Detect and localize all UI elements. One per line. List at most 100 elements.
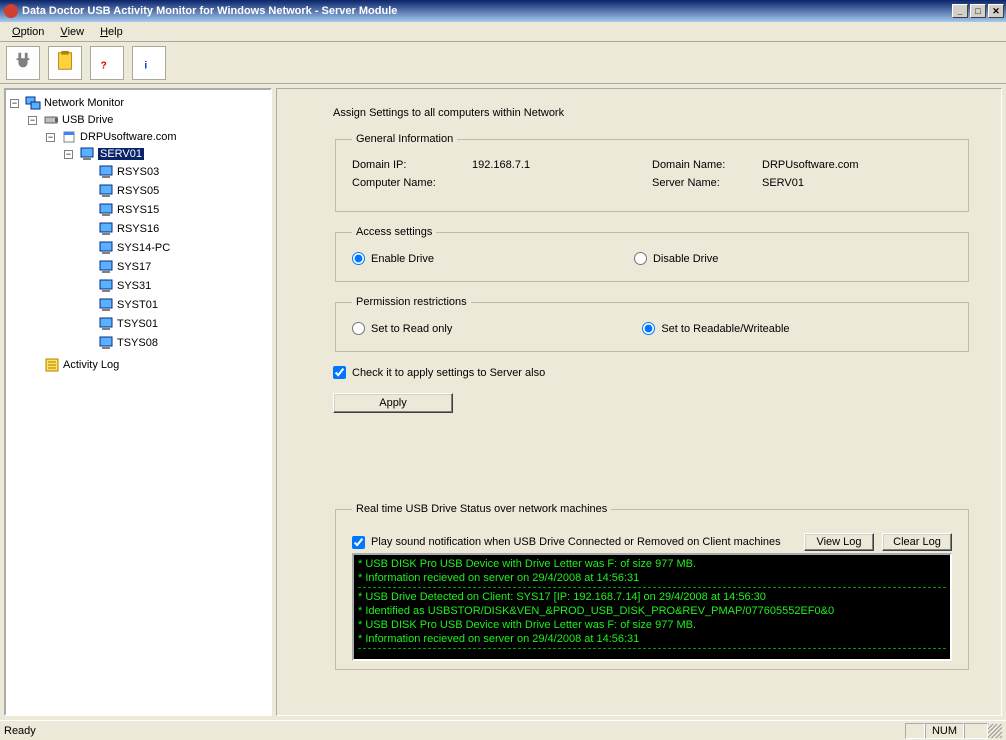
permission-group: Permission restrictions Set to Read only…	[335, 296, 969, 352]
domain-ip-label: Domain IP:	[352, 159, 472, 171]
tree-label: Network Monitor	[44, 97, 124, 109]
resize-grip-icon[interactable]	[988, 724, 1002, 738]
collapse-icon[interactable]: −	[28, 116, 37, 125]
tree-client[interactable]: RSYS16	[82, 221, 159, 237]
tree-label: RSYS03	[117, 166, 159, 178]
statusbar: Ready NUM	[0, 720, 1006, 740]
tree-label: RSYS15	[117, 204, 159, 216]
page-title: Assign Settings to all computers within …	[333, 107, 971, 119]
tree-label: SYS17	[117, 261, 151, 273]
toolbar: ? i	[0, 42, 1006, 84]
server-name-value: SERV01	[762, 177, 804, 189]
apply-button[interactable]: Apply	[333, 393, 453, 413]
monitor-icon	[98, 335, 114, 351]
tree-client[interactable]: SYS17	[82, 259, 151, 275]
log-entry: * Identified as USBSTOR/DISK&VEN_&PROD_U…	[358, 604, 946, 618]
log-output[interactable]: * USB DISK Pro USB Device with Drive Let…	[352, 553, 952, 661]
log-entry: * USB DISK Pro USB Device with Drive Let…	[358, 618, 946, 632]
menu-option[interactable]: Option	[4, 24, 52, 40]
tree-label: SYS14-PC	[117, 242, 170, 254]
tree-server[interactable]: − SERV01	[64, 146, 144, 162]
menu-view[interactable]: View	[52, 24, 92, 40]
tree-client[interactable]: RSYS15	[82, 202, 159, 218]
general-info-group: General Information Domain IP: 192.168.7…	[335, 133, 969, 212]
tree-panel[interactable]: − Network Monitor − USB Drive	[4, 88, 272, 716]
usb-icon	[43, 112, 59, 128]
computer-name-label: Computer Name:	[352, 177, 472, 189]
monitor-icon	[98, 316, 114, 332]
toolbar-button-info[interactable]: i	[132, 46, 166, 80]
log-entry: * Information recieved on server on 29/4…	[358, 571, 946, 585]
server-name-label: Server Name:	[652, 177, 762, 189]
tree-client[interactable]: SYS31	[82, 278, 151, 294]
maximize-button[interactable]: □	[970, 4, 986, 18]
monitor-icon	[98, 259, 114, 275]
toolbar-button-help[interactable]: ?	[90, 46, 124, 80]
clear-log-button[interactable]: Clear Log	[882, 533, 952, 551]
tree-label-selected: SERV01	[98, 148, 144, 160]
tree-client[interactable]: SYS14-PC	[82, 240, 170, 256]
menubar: Option View Help	[0, 22, 1006, 42]
disable-drive-radio[interactable]: Disable Drive	[634, 252, 718, 265]
computer-icon	[79, 146, 95, 162]
tree-label: TSYS01	[117, 318, 158, 330]
content-panel: Assign Settings to all computers within …	[276, 88, 1002, 716]
group-legend: Real time USB Drive Status over network …	[352, 503, 611, 515]
collapse-icon[interactable]: −	[10, 99, 19, 108]
domain-ip-value: 192.168.7.1	[472, 159, 652, 171]
monitor-icon	[98, 297, 114, 313]
toolbar-button-connection[interactable]	[6, 46, 40, 80]
collapse-icon[interactable]: −	[46, 133, 55, 142]
domain-name-label: Domain Name:	[652, 159, 762, 171]
tree-label: Activity Log	[63, 359, 119, 371]
minimize-button[interactable]: _	[952, 4, 968, 18]
monitor-icon	[98, 202, 114, 218]
app-icon	[4, 4, 18, 18]
tree-activity-log[interactable]: Activity Log	[28, 357, 119, 373]
sound-notification-checkbox[interactable]: Play sound notification when USB Drive C…	[352, 536, 796, 549]
svg-text:?: ?	[101, 60, 107, 71]
group-legend: Permission restrictions	[352, 296, 471, 308]
status-num: NUM	[925, 723, 964, 739]
window-title: Data Doctor USB Activity Monitor for Win…	[22, 5, 952, 17]
tree-client[interactable]: RSYS03	[82, 164, 159, 180]
menu-help[interactable]: Help	[92, 24, 131, 40]
tree-client[interactable]: SYST01	[82, 297, 158, 313]
log-icon	[44, 357, 60, 373]
status-ready: Ready	[4, 725, 36, 737]
monitor-icon	[98, 278, 114, 294]
tree-label: SYS31	[117, 280, 151, 292]
readwrite-radio[interactable]: Set to Readable/Writeable	[642, 322, 789, 335]
monitor-icon	[98, 240, 114, 256]
status-cell-empty2	[964, 723, 988, 739]
tree-usb-drive[interactable]: − USB Drive	[28, 112, 113, 128]
tree-client[interactable]: TSYS01	[82, 316, 158, 332]
apply-server-checkbox[interactable]: Check it to apply settings to Server als…	[333, 366, 545, 379]
question-icon: ?	[96, 50, 118, 75]
readonly-radio[interactable]: Set to Read only	[352, 322, 452, 335]
log-entry: * Information recieved on server on 29/4…	[358, 632, 946, 646]
tree-client[interactable]: RSYS05	[82, 183, 159, 199]
group-legend: General Information	[352, 133, 457, 145]
tree-client[interactable]: TSYS08	[82, 335, 158, 351]
status-cell-empty	[905, 723, 925, 739]
tree-label: DRPUsoftware.com	[80, 131, 177, 143]
tree-label: USB Drive	[62, 114, 113, 126]
monitor-icon	[98, 221, 114, 237]
close-button[interactable]: ✕	[988, 4, 1004, 18]
tree-root[interactable]: − Network Monitor	[10, 95, 124, 111]
toolbar-button-log[interactable]	[48, 46, 82, 80]
clipboard-icon	[54, 50, 76, 75]
enable-drive-radio[interactable]: Enable Drive	[352, 252, 434, 265]
collapse-icon[interactable]: −	[64, 150, 73, 159]
view-log-button[interactable]: View Log	[804, 533, 874, 551]
tree-domain[interactable]: − DRPUsoftware.com	[46, 129, 177, 145]
network-icon	[25, 95, 41, 111]
tree-label: RSYS16	[117, 223, 159, 235]
info-icon: i	[138, 50, 160, 75]
tree-label: TSYS08	[117, 337, 158, 349]
group-legend: Access settings	[352, 226, 436, 238]
svg-text:i: i	[144, 60, 147, 71]
domain-icon	[61, 129, 77, 145]
monitor-icon	[98, 164, 114, 180]
